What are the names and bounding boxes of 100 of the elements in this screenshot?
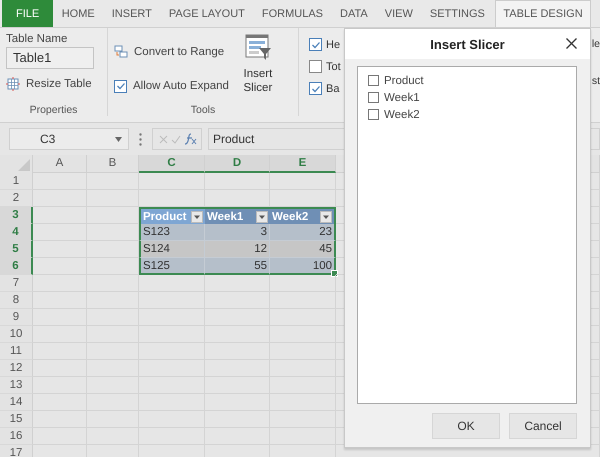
grid-cell[interactable] <box>87 275 139 292</box>
option-label: Ba <box>326 82 340 94</box>
grid-cell[interactable] <box>33 224 87 241</box>
column-header[interactable]: A <box>33 155 87 173</box>
ribbon-tab[interactable]: TABLE DESIGN <box>495 0 591 27</box>
row-header[interactable]: 16 <box>0 428 33 445</box>
select-all-icon[interactable] <box>18 159 30 171</box>
row-header[interactable]: 15 <box>0 411 33 428</box>
table-resize-icon <box>6 77 20 91</box>
insert-slicer-button[interactable]: Insert Slicer <box>240 33 275 97</box>
filter-dropdown-icon[interactable] <box>191 210 203 222</box>
row-header[interactable]: 6 <box>0 258 33 275</box>
option-label: st <box>592 75 600 87</box>
grid-cell[interactable] <box>139 173 205 190</box>
filter-dropdown-icon[interactable] <box>320 210 332 222</box>
row-header[interactable]: 7 <box>0 275 33 292</box>
file-tab[interactable]: FILE <box>2 0 54 27</box>
table-header-cell: Week2 <box>272 210 308 222</box>
table-name-field[interactable]: Table1 <box>6 47 94 69</box>
name-box[interactable]: C3 <box>9 128 129 150</box>
table-cell: 100 <box>312 260 332 272</box>
allow-auto-expand-checkbox[interactable]: Allow Auto Expand <box>114 75 229 97</box>
row-header[interactable]: 9 <box>0 309 33 326</box>
ribbon-tab[interactable]: FORMULAS <box>253 0 332 27</box>
table-cell: 55 <box>254 260 267 272</box>
cancel-button[interactable]: Cancel <box>509 413 577 439</box>
ribbon-tab[interactable]: PAGE LAYOUT <box>160 0 254 27</box>
table-cell: S123 <box>143 226 170 238</box>
checkbox[interactable] <box>368 75 379 86</box>
row-header[interactable]: 11 <box>0 343 33 360</box>
grid-cell[interactable] <box>33 190 87 207</box>
checkbox[interactable] <box>309 82 322 95</box>
row-header[interactable]: 13 <box>0 377 33 394</box>
grid-cell[interactable] <box>33 275 87 292</box>
table-cell: 45 <box>319 243 332 255</box>
resize-table-button[interactable]: Resize Table <box>6 73 101 95</box>
convert-range-icon <box>114 45 128 59</box>
close-icon[interactable] <box>566 38 577 49</box>
column-header[interactable]: D <box>205 155 270 173</box>
table-cell: 3 <box>260 226 267 238</box>
row-header[interactable]: 3 <box>0 207 33 224</box>
dropdown-icon <box>115 136 122 142</box>
grid-cell[interactable] <box>205 173 270 190</box>
row-header[interactable]: 12 <box>0 360 33 377</box>
grid-cell[interactable] <box>205 275 270 292</box>
grid-cell[interactable] <box>33 207 87 224</box>
row-header[interactable]: 2 <box>0 190 33 207</box>
grid-cell[interactable] <box>139 275 205 292</box>
row-header[interactable]: 5 <box>0 241 33 258</box>
option-label: He <box>326 38 340 50</box>
ribbon-tab[interactable]: HOME <box>53 0 104 27</box>
row-header[interactable]: 4 <box>0 224 33 241</box>
field-item[interactable]: Week1 <box>368 91 566 104</box>
ok-button[interactable]: OK <box>432 413 500 439</box>
ribbon-tab[interactable]: INSERT <box>103 0 160 27</box>
field-label: Week2 <box>384 108 420 120</box>
ribbon-tab[interactable]: VIEW <box>376 0 422 27</box>
checkbox[interactable] <box>309 38 322 51</box>
slicer-icon <box>244 33 272 61</box>
checkbox[interactable] <box>309 60 322 73</box>
checkbox[interactable] <box>114 80 127 92</box>
table-header-cell: Product <box>143 210 186 222</box>
filter-dropdown-icon[interactable] <box>256 210 268 222</box>
ribbon-tab[interactable]: SETTINGS <box>421 0 494 27</box>
column-header[interactable]: C <box>139 155 205 173</box>
grid-cell[interactable] <box>87 190 139 207</box>
field-label: Week1 <box>384 92 420 104</box>
function-icon[interactable] <box>184 133 198 145</box>
grid-cell[interactable] <box>33 241 87 258</box>
column-header[interactable]: B <box>87 155 139 173</box>
column-header[interactable]: E <box>270 155 336 173</box>
field-item[interactable]: Week2 <box>368 108 566 121</box>
ribbon-tab[interactable]: DATA <box>332 0 376 27</box>
check-icon[interactable] <box>171 134 181 144</box>
row-header[interactable]: 14 <box>0 394 33 411</box>
grid-cell[interactable] <box>87 173 139 190</box>
table-name-label: Table Name <box>6 33 68 45</box>
row-header[interactable]: 8 <box>0 292 33 309</box>
checkbox[interactable] <box>368 109 379 120</box>
group-label: Tools <box>190 104 216 116</box>
convert-to-range-button[interactable]: Convert to Range <box>114 41 229 63</box>
table-cell: S125 <box>143 260 170 272</box>
group-label: Properties <box>28 104 78 116</box>
table-cell: S124 <box>143 243 170 255</box>
field-item[interactable]: Product <box>368 74 566 87</box>
row-header[interactable]: 1 <box>0 173 33 190</box>
row-header[interactable]: 10 <box>0 326 33 343</box>
table-cell: 12 <box>254 243 267 255</box>
more-icon <box>139 132 142 146</box>
cancel-icon[interactable] <box>159 134 168 144</box>
fill-handle[interactable] <box>331 270 338 277</box>
option-label: Tot <box>326 60 341 72</box>
table-cell: 23 <box>319 226 332 238</box>
dialog-title: Insert Slicer <box>430 36 505 52</box>
grid-cell[interactable] <box>270 275 336 292</box>
grid-cell[interactable] <box>270 173 336 190</box>
option-label: le <box>592 38 600 50</box>
checkbox[interactable] <box>368 92 379 103</box>
grid-cell[interactable] <box>33 258 87 275</box>
table-header-cell: Week1 <box>207 210 244 222</box>
